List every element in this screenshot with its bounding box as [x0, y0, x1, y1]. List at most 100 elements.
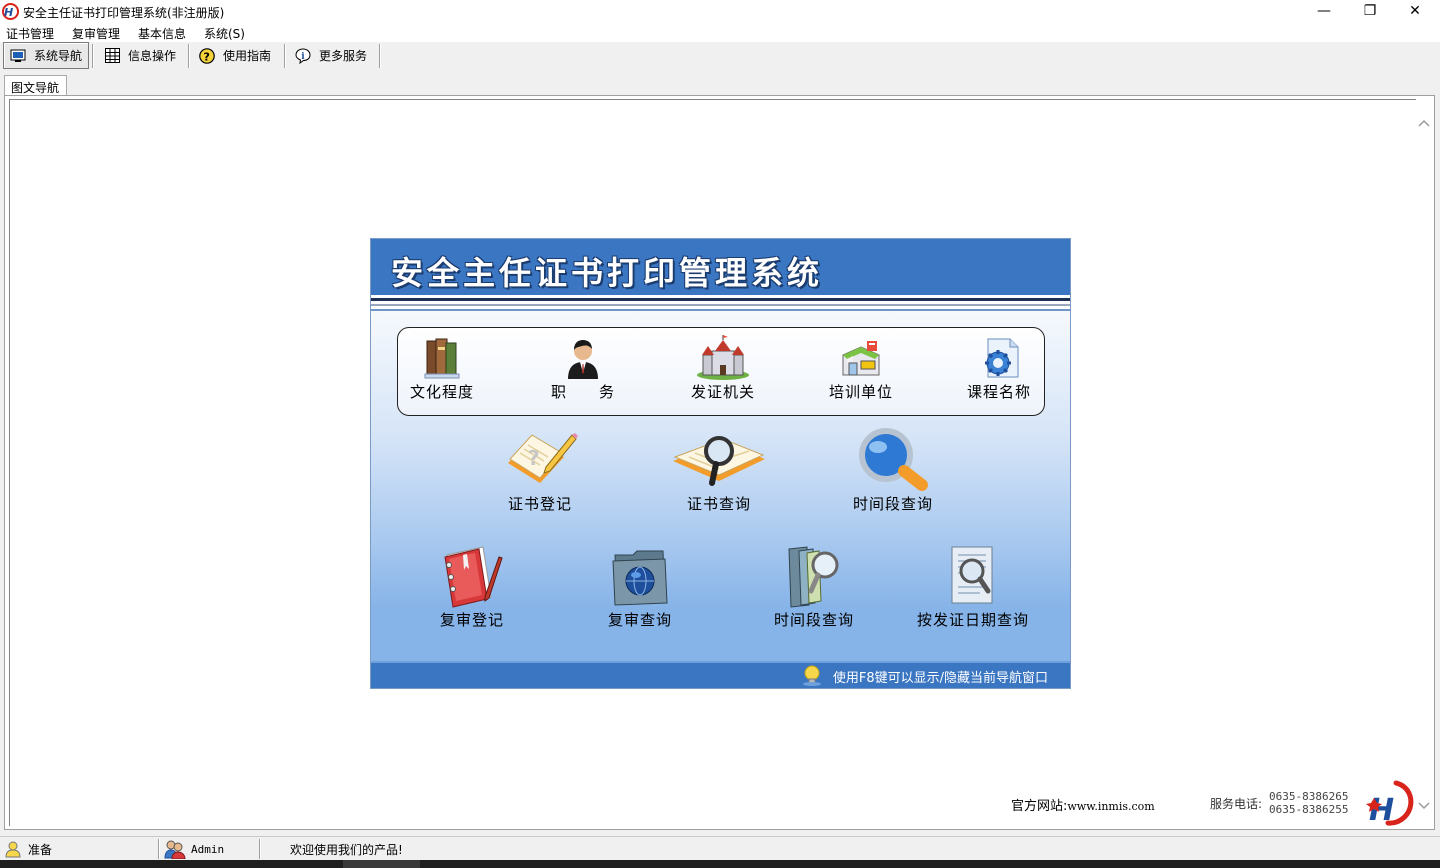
shop-icon: [842, 341, 880, 376]
nav-position[interactable]: 职 务: [543, 335, 623, 402]
nav-panel-footer: 使用F8键可以显示/隐藏当前导航窗口: [371, 661, 1070, 688]
svg-text:H: H: [4, 6, 13, 19]
scroll-up-icon[interactable]: [1418, 118, 1430, 130]
header-stripe: [371, 309, 1070, 311]
nav-education-level[interactable]: 文化程度: [407, 335, 477, 402]
status-user-panel: Admin: [164, 839, 224, 859]
taskbar-active-app[interactable]: [343, 860, 420, 868]
toolbar-label: 使用指南: [223, 49, 272, 63]
svg-text:i: i: [301, 52, 305, 62]
toolbar-system-nav-button[interactable]: 系统导航: [3, 42, 89, 69]
title-bar: H 安全主任证书打印管理系统(非注册版) — ❐ ✕: [0, 0, 1440, 23]
nav-item-label: 文化程度: [409, 383, 474, 401]
folder-magnifier-icon: [788, 546, 839, 608]
nav-item-label: 证书登记: [507, 495, 572, 513]
magnifier-icon: [859, 428, 928, 491]
restore-button[interactable]: ❐: [1347, 0, 1393, 22]
menu-certificate-management[interactable]: 证书管理: [6, 25, 54, 42]
menu-bar: 证书管理 复审管理 基本信息 系统(S): [0, 23, 1440, 42]
toolbar-label: 系统导航: [34, 49, 83, 63]
book-magnifier-icon: [673, 436, 765, 486]
status-separator: [259, 839, 261, 859]
status-ready-text: 准备: [28, 842, 53, 857]
notepad-pencil-icon: ?: [508, 433, 578, 483]
status-welcome-panel: 欢迎使用我们的产品!: [290, 839, 403, 859]
nav-panel-header: 安全主任证书打印管理系统: [371, 239, 1070, 295]
lightbulb-icon: [803, 665, 821, 686]
vertical-scrollbar[interactable]: [1416, 99, 1432, 826]
monitor-icon: [10, 48, 26, 64]
nav-item-label: 发证机关: [690, 383, 755, 401]
svg-text:?: ?: [204, 50, 210, 63]
close-button[interactable]: ✕: [1392, 0, 1438, 22]
toolbar-separator: [92, 44, 94, 68]
nav-item-label: 按发证日期查询: [917, 611, 1030, 629]
help-icon: ?: [199, 47, 215, 64]
toolbar-info-operation-button[interactable]: 信息操作: [98, 42, 184, 69]
os-taskbar: [0, 860, 1440, 868]
nav-item-label: 证书查询: [686, 495, 751, 513]
status-bar: 准备 Admin 欢迎使用我们的产品!: [0, 836, 1440, 860]
person-icon: [568, 340, 598, 379]
toolbar: 系统导航 信息操作 ? 使用指南 i 更多服务: [0, 42, 1440, 70]
phone-number: 0635-8386255: [1269, 803, 1349, 816]
status-welcome-text: 欢迎使用我们的产品!: [290, 842, 403, 857]
status-separator: [158, 839, 160, 859]
toolbar-separator: [284, 44, 286, 68]
nav-query-by-issue-date[interactable]: 按发证日期查询: [917, 543, 1029, 630]
toolbar-separator: [379, 44, 381, 68]
nav-certificate-query[interactable]: 证书查询: [669, 427, 769, 514]
info-icon: i: [295, 47, 311, 64]
app-logo-icon: H: [2, 3, 19, 20]
window-title: 安全主任证书打印管理系统(非注册版): [23, 6, 225, 20]
minimize-button[interactable]: —: [1301, 0, 1347, 22]
nav-certificate-register[interactable]: ? 证书登记: [499, 427, 581, 514]
scroll-down-icon[interactable]: [1418, 799, 1430, 811]
service-phone-numbers: 0635-8386265 0635-8386255: [1269, 790, 1348, 816]
tab-graphic-navigation[interactable]: 图文导航: [4, 75, 67, 96]
tab-strip: 图文导航: [0, 72, 1440, 96]
nav-review-register[interactable]: 复审登记: [437, 543, 507, 630]
toolbar-separator: [188, 44, 190, 68]
menu-system[interactable]: 系统(S): [204, 25, 245, 42]
folder-globe-icon: [612, 550, 668, 606]
status-ready-panel: 准备: [4, 839, 52, 859]
page-magnifier-icon: [951, 546, 993, 604]
nav-review-time-period-query[interactable]: 时间段查询: [764, 543, 864, 630]
f8-tip-text: 使用F8键可以显示/隐藏当前导航窗口: [832, 671, 1048, 686]
official-website: 官方网站:www.inmis.com: [1011, 795, 1155, 814]
nav-item-label: 复审查询: [607, 611, 672, 629]
toolbar-label: 更多服务: [319, 49, 368, 63]
document-gear-icon: [985, 338, 1019, 378]
users-icon: [164, 840, 186, 859]
website-label: 官方网站:: [1011, 799, 1068, 814]
nav-item-label: 时间段查询: [852, 495, 933, 513]
service-phone-label: 服务电话:: [1210, 797, 1263, 811]
status-username: Admin: [191, 842, 225, 856]
toolbar-user-guide-button[interactable]: ? 使用指南: [193, 42, 281, 69]
nav-item-label: 课程名称: [966, 383, 1031, 401]
website-url[interactable]: www.inmis.com: [1067, 800, 1154, 813]
toolbar-label: 信息操作: [128, 49, 177, 63]
nav-item-label: 职 务: [550, 383, 615, 401]
toolbar-more-services-button[interactable]: i 更多服务: [289, 42, 377, 69]
phone-number: 0635-8386265: [1269, 790, 1349, 803]
navigation-panel: 安全主任证书打印管理系统 文化程度 职 务 发证机关 培训单位 课程名称 ? 证…: [370, 238, 1071, 689]
company-logo: H: [1366, 780, 1414, 826]
menu-review-management[interactable]: 复审管理: [72, 25, 120, 42]
nav-time-period-query[interactable]: 时间段查询: [843, 427, 943, 514]
nav-issuing-authority[interactable]: 发证机关: [688, 335, 758, 402]
red-notebook-icon: [444, 546, 503, 608]
castle-icon: [697, 335, 749, 380]
books-icon: [424, 338, 460, 379]
nav-item-label: 培训单位: [828, 383, 893, 401]
nav-review-query[interactable]: 复审查询: [604, 543, 676, 630]
menu-basic-info[interactable]: 基本信息: [138, 25, 186, 42]
nav-panel-title: 安全主任证书打印管理系统: [391, 254, 824, 292]
nav-training-unit[interactable]: 培训单位: [826, 335, 896, 402]
nav-course-name[interactable]: 课程名称: [964, 335, 1034, 402]
status-person-icon: [5, 841, 21, 858]
grid-icon: [104, 48, 120, 64]
nav-item-label: 时间段查询: [773, 611, 854, 629]
nav-item-label: 复审登记: [439, 611, 504, 629]
